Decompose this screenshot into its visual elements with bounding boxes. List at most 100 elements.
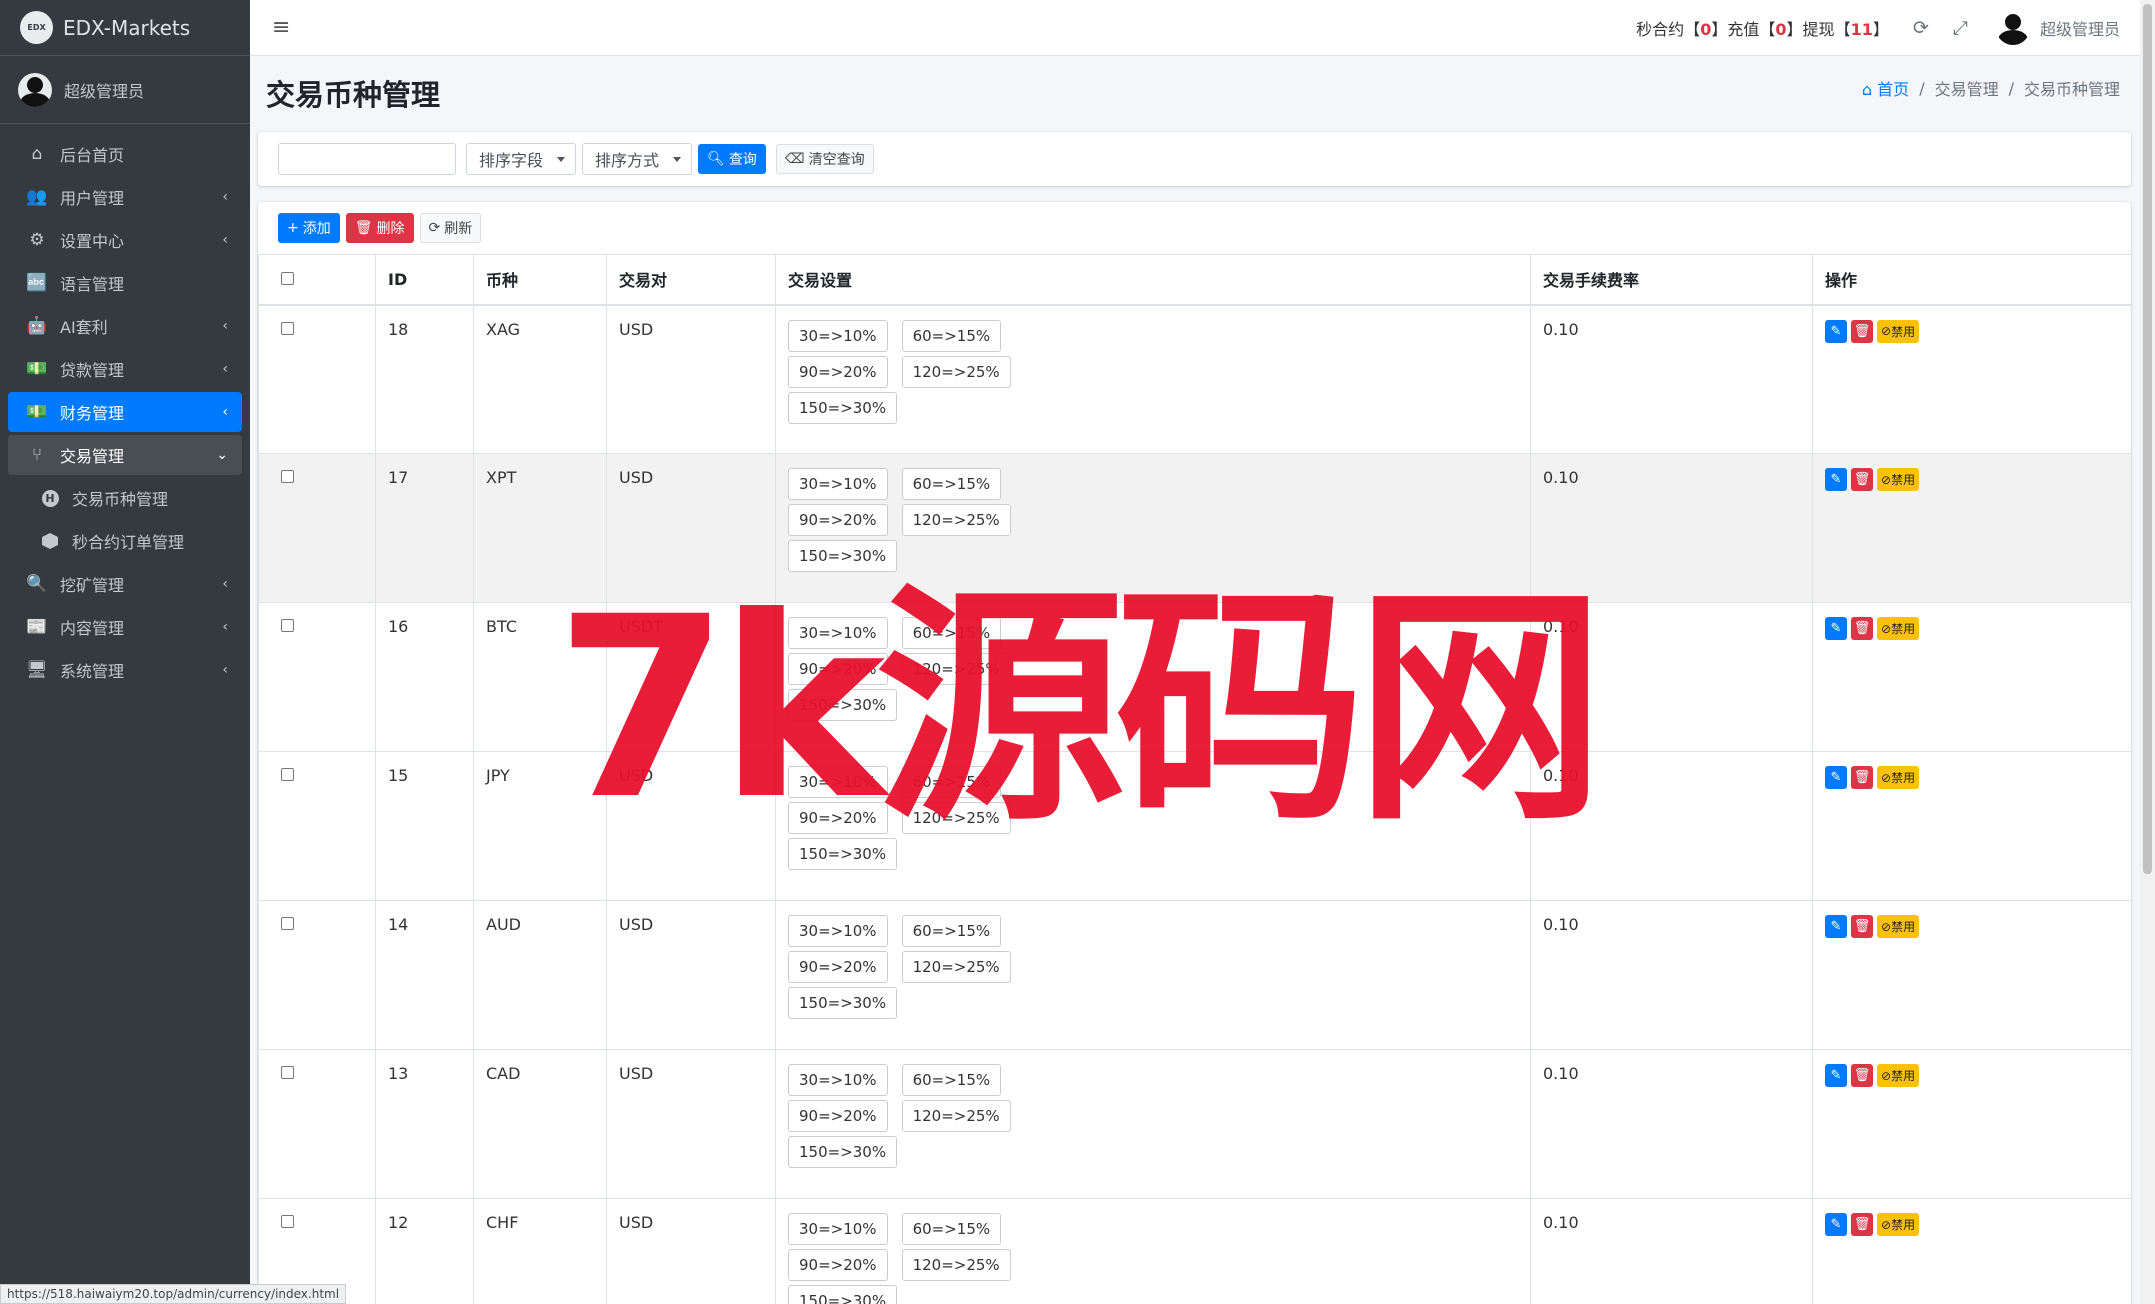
setting-tag: 150=>30% [788, 1285, 898, 1304]
row-checkbox[interactable] [281, 1066, 294, 1079]
delete-row-button[interactable]: 🗑︎ [1851, 468, 1873, 491]
row-checkbox[interactable] [281, 619, 294, 632]
cell-coin: CAD [473, 1049, 607, 1199]
pencil-icon: ✎ [1830, 919, 1842, 934]
user-panel[interactable]: 超级管理员 [0, 56, 250, 124]
cell-actions: ✎ 🗑︎ ⊘ 禁用 [1812, 304, 2131, 454]
stat-seconds-contract[interactable]: 秒合约【0】 [1636, 16, 1727, 40]
sidebar-item-loans[interactable]: 💵 贷款管理 ‹ [8, 349, 242, 389]
disable-button[interactable]: ⊘ 禁用 [1877, 1213, 1920, 1236]
watermark: 7k源码网 [555, 563, 1605, 854]
setting-tag: 150=>30% [788, 1136, 898, 1168]
sidebar-subitem-orders[interactable]: 秒合约订单管理 [8, 521, 242, 561]
sidebar-item-label: 系统管理 [60, 662, 125, 681]
trash-icon: 🗑︎ [1853, 472, 1871, 487]
sidebar-item-label: 后台首页 [60, 146, 125, 165]
row-checkbox[interactable] [281, 768, 294, 781]
delete-button[interactable]: 🗑︎ 删除 [345, 213, 414, 243]
breadcrumb-home[interactable]: ⌂ 首页 [1862, 76, 1909, 100]
breadcrumb: ⌂ 首页 / 交易管理 / 交易币种管理 [1862, 76, 2120, 100]
edit-button[interactable]: ✎ [1825, 468, 1847, 491]
cell-actions: ✎ 🗑︎ ⊘ 禁用 [1812, 453, 2131, 603]
breadcrumb-item[interactable]: 交易管理 [1935, 76, 1999, 100]
delete-row-button[interactable]: 🗑︎ [1851, 319, 1873, 343]
trash-icon: 🗑︎ [1853, 621, 1871, 636]
header-fee[interactable]: 交易手续费率 [1530, 254, 1813, 306]
disable-button[interactable]: ⊘ 禁用 [1877, 1064, 1920, 1087]
setting-tag: 60=>15% [901, 1213, 1002, 1245]
table-row: 13 CAD USD 30=>10% 60=>15% 90=>20% 120=>25% 150… [258, 1049, 2131, 1199]
sidebar-item-content[interactable]: 📰 内容管理 ‹ [8, 607, 242, 647]
sidebar-item-settings[interactable]: ⚙ 设置中心 ‹ [8, 220, 242, 260]
row-checkbox[interactable] [281, 321, 294, 335]
edit-button[interactable]: ✎ [1825, 915, 1847, 938]
header-select-all [258, 254, 376, 306]
search-input[interactable] [278, 143, 456, 175]
header-pair[interactable]: 交易对 [606, 254, 776, 306]
stat-withdraw[interactable]: 提现【11】 [1803, 16, 1889, 40]
delete-row-button[interactable]: 🗑︎ [1851, 766, 1873, 789]
edit-button[interactable]: ✎ [1825, 766, 1847, 789]
disable-button[interactable]: ⊘ 禁用 [1877, 915, 1920, 938]
ban-icon: ⊘ [1881, 1217, 1892, 1232]
header-coin[interactable]: 币种 [473, 254, 607, 306]
header-id[interactable]: ID [375, 254, 474, 306]
edit-button[interactable]: ✎ [1825, 319, 1847, 343]
page-title: 交易币种管理 [266, 78, 441, 112]
brand[interactable]: EDX EDX-Markets [0, 0, 250, 56]
cell-settings: 30=>10% 60=>15% 90=>20% 120=>25% 150=>30% [775, 900, 1531, 1050]
sidebar-subitem-currency[interactable]: H 交易币种管理 [8, 478, 242, 518]
pencil-icon: ✎ [1830, 323, 1842, 339]
topbar-user-name[interactable]: 超级管理员 [2040, 16, 2120, 40]
sort-field-select[interactable]: 排序字段 [466, 143, 577, 175]
pencil-icon: ✎ [1830, 1068, 1842, 1083]
refresh-icon[interactable]: ⟳ [1913, 17, 1929, 39]
delete-row-button[interactable]: 🗑︎ [1851, 1064, 1873, 1087]
sort-order-select[interactable]: 排序方式 [582, 143, 693, 175]
cell-pair: USD [606, 1049, 776, 1199]
setting-tag: 120=>25% [901, 951, 1011, 983]
sidebar-item-label: 财务管理 [60, 404, 125, 423]
table-row: 12 CHF USD 30=>10% 60=>15% 90=>20% 120=>25% 150… [258, 1198, 2131, 1304]
fullscreen-icon[interactable]: ⤢ [1953, 17, 1968, 39]
sidebar-item-dashboard[interactable]: ⌂ 后台首页 [8, 134, 242, 174]
row-checkbox[interactable] [281, 1215, 294, 1228]
disable-button[interactable]: ⊘ 禁用 [1877, 766, 1920, 789]
delete-row-button[interactable]: 🗑︎ [1851, 1213, 1873, 1236]
add-button[interactable]: + 添加 [278, 213, 340, 243]
edit-button[interactable]: ✎ [1825, 617, 1847, 640]
sidebar-item-language[interactable]: 🔤 语言管理 [8, 263, 242, 303]
disable-button[interactable]: ⊘ 禁用 [1877, 468, 1920, 491]
chevron-left-icon: ‹ [222, 361, 228, 377]
scrollbar-thumb[interactable] [2143, 4, 2152, 874]
disable-button[interactable]: ⊘ 禁用 [1877, 319, 1920, 343]
edit-button[interactable]: ✎ [1825, 1064, 1847, 1087]
sidebar-item-users[interactable]: 👥 用户管理 ‹ [8, 177, 242, 217]
cell-settings: 30=>10% 60=>15% 90=>20% 120=>25% 150=>30% [775, 1049, 1531, 1199]
chevron-left-icon: ‹ [222, 662, 228, 678]
row-checkbox[interactable] [281, 917, 294, 930]
setting-tag: 30=>10% [788, 915, 888, 947]
delete-row-button[interactable]: 🗑︎ [1851, 617, 1873, 640]
sidebar-item-system[interactable]: 🖥 系统管理 ‹ [8, 650, 242, 690]
stat-deposit[interactable]: 充值【0】 [1727, 16, 1802, 40]
clear-query-button[interactable]: ⌫ 清空查询 [775, 144, 874, 174]
chevron-left-icon: ‹ [222, 576, 228, 592]
sidebar-item-finance[interactable]: 💵 财务管理 ‹ [8, 392, 242, 432]
trash-icon: 🗑︎ [1853, 1217, 1871, 1232]
sidebar-item-mining[interactable]: 🔍 挖矿管理 ‹ [8, 564, 242, 604]
table-row: 14 AUD USD 30=>10% 60=>15% 90=>20% 120=>25% 150… [258, 900, 2131, 1050]
menu-toggle-icon[interactable]: ≡ [272, 15, 290, 40]
disable-button[interactable]: ⊘ 禁用 [1877, 617, 1920, 640]
avatar[interactable] [1995, 10, 2030, 45]
row-checkbox[interactable] [281, 470, 294, 483]
query-button[interactable]: 🔍︎ 查询 [698, 144, 766, 174]
sidebar-item-ai-arbitrage[interactable]: 🤖 AI套利 ‹ [8, 306, 242, 346]
setting-tag: 150=>30% [788, 987, 898, 1019]
page-scrollbar[interactable] [2140, 0, 2155, 1304]
edit-button[interactable]: ✎ [1825, 1213, 1847, 1236]
select-all-checkbox[interactable] [281, 271, 294, 285]
sidebar-item-trading[interactable]: ⑂ 交易管理 ⌄ [8, 435, 242, 475]
refresh-button[interactable]: ⟳ 刷新 [419, 213, 482, 243]
delete-row-button[interactable]: 🗑︎ [1851, 915, 1873, 938]
